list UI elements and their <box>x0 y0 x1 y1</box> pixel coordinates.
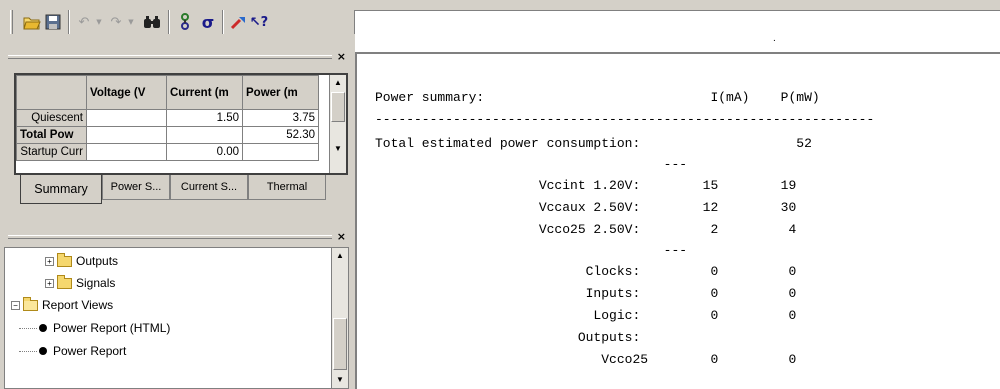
folder-icon <box>57 252 72 267</box>
tab-thermal[interactable]: Thermal <box>248 175 326 200</box>
tab-summary[interactable]: Summary <box>20 175 102 204</box>
save-icon[interactable] <box>44 12 62 32</box>
scroll-down-icon[interactable]: ▼ <box>332 372 348 388</box>
scroll-up-icon[interactable]: ▲ <box>332 248 348 264</box>
column-header[interactable]: Voltage (V <box>86 75 167 110</box>
tree-pane-header-bar: × <box>4 229 350 247</box>
toolbar-separator <box>68 10 70 34</box>
table-row[interactable]: Startup Curr 0.00 <box>16 143 319 161</box>
row-label: Total Pow <box>16 126 87 144</box>
expand-icon[interactable]: + <box>45 256 54 266</box>
current-cell <box>166 126 243 144</box>
tree-node-power-report-html[interactable]: Power Report (HTML) <box>19 321 170 335</box>
report-row-logic: Logic: 0 0 <box>375 308 797 323</box>
report-icon <box>39 347 47 355</box>
report-row-inputs: Inputs: 0 0 <box>375 286 797 301</box>
tree-node-label: Signals <box>76 276 116 290</box>
close-icon[interactable]: × <box>337 50 346 63</box>
tree-node-report-views[interactable]: − Report Views <box>11 296 114 312</box>
voltage-cell <box>86 126 167 144</box>
power-cell: 52.30 <box>242 126 319 144</box>
scroll-up-icon[interactable]: ▲ <box>330 75 346 91</box>
open-folder-icon[interactable] <box>22 12 42 32</box>
voltage-cell <box>86 143 167 161</box>
report-separator: --- <box>375 243 688 258</box>
chevron-down-icon[interactable]: ▼ <box>126 12 136 32</box>
hierarchy-icon[interactable] <box>176 12 194 32</box>
power-report-view: Power summary: I(mA) P(mW) -------------… <box>355 52 1000 389</box>
report-row-outputs: Outputs: <box>375 330 641 345</box>
tree-node-label: Power Report (HTML) <box>53 321 171 335</box>
table-header-row: Voltage (V Current (m Power (m <box>16 75 319 110</box>
tree-view: + Outputs + Signals − Report Views Power… <box>4 247 349 389</box>
power-cell: 3.75 <box>242 109 319 127</box>
undo-icon[interactable]: ↶ <box>76 12 92 32</box>
report-row-clocks: Clocks: 0 0 <box>375 264 797 279</box>
report-icon <box>39 324 47 332</box>
current-cell: 1.50 <box>166 109 243 127</box>
sigma-icon[interactable]: σ <box>200 12 216 32</box>
toolbar-grip[interactable] <box>10 10 13 34</box>
table-row[interactable]: Total Pow 52.30 <box>16 126 319 144</box>
tree-node-label: Power Report <box>53 344 127 358</box>
top-right-panel: . <box>355 10 1000 52</box>
column-header[interactable]: Power (m <box>242 75 319 110</box>
report-row-vcco25-output: Vcco25 0 0 <box>375 352 797 367</box>
voltage-cell <box>86 109 167 127</box>
scroll-thumb[interactable] <box>333 318 347 370</box>
report-header: Power summary: I(mA) P(mW) <box>375 90 820 105</box>
row-label: Quiescent <box>16 109 87 127</box>
report-row-vccaux: Vccaux 2.50V: 12 30 <box>375 200 797 215</box>
tree-node-signals[interactable]: + Signals <box>45 274 116 290</box>
toolbar-separator <box>222 10 224 34</box>
close-icon[interactable]: × <box>337 230 346 243</box>
open-folder-icon <box>23 296 38 311</box>
power-cell <box>242 143 319 161</box>
corner-cell <box>16 75 87 110</box>
summary-pane-header: × <box>4 50 350 64</box>
folder-icon <box>57 274 72 289</box>
tree-node-power-report[interactable]: Power Report <box>19 344 126 358</box>
tab-current-summary[interactable]: Current S... <box>170 175 248 200</box>
scroll-thumb[interactable] <box>331 92 345 122</box>
summary-grid: Voltage (V Current (m Power (m Quiescent… <box>14 73 348 175</box>
scroll-down-icon[interactable]: ▼ <box>330 141 346 157</box>
help-pointer-icon[interactable]: ↖? <box>250 12 268 32</box>
report-divider: ----------------------------------------… <box>375 112 875 127</box>
report-total: Total estimated power consumption: 52 <box>375 136 812 151</box>
column-header[interactable]: Current (m <box>166 75 243 110</box>
report-separator: --- <box>375 157 688 172</box>
tab-power-summary[interactable]: Power S... <box>102 175 170 200</box>
tree-pane-header: × <box>4 230 350 244</box>
tree-node-label: Report Views <box>42 298 114 312</box>
redo-icon[interactable]: ↷ <box>108 12 124 32</box>
report-row-vcco25: Vcco25 2.50V: 2 4 <box>375 222 797 237</box>
tree-node-outputs[interactable]: + Outputs <box>45 252 119 268</box>
row-label: Startup Curr <box>16 143 87 161</box>
current-cell: 0.00 <box>166 143 243 161</box>
collapse-icon[interactable]: − <box>11 300 20 310</box>
panel-dot: . <box>773 33 776 44</box>
tree-node-label: Outputs <box>76 254 119 268</box>
find-icon[interactable] <box>142 12 162 32</box>
report-row-vccint: Vccint 1.20V: 15 19 <box>375 178 797 193</box>
grid-scrollbar[interactable]: ▲ ▼ <box>329 75 346 173</box>
chevron-down-icon[interactable]: ▼ <box>94 12 104 32</box>
tree-scrollbar[interactable]: ▲ ▼ <box>331 248 348 388</box>
table-row[interactable]: Quiescent 1.50 3.75 <box>16 109 319 127</box>
toolbar-separator <box>168 10 170 34</box>
run-icon[interactable] <box>230 12 248 32</box>
expand-icon[interactable]: + <box>45 278 54 288</box>
